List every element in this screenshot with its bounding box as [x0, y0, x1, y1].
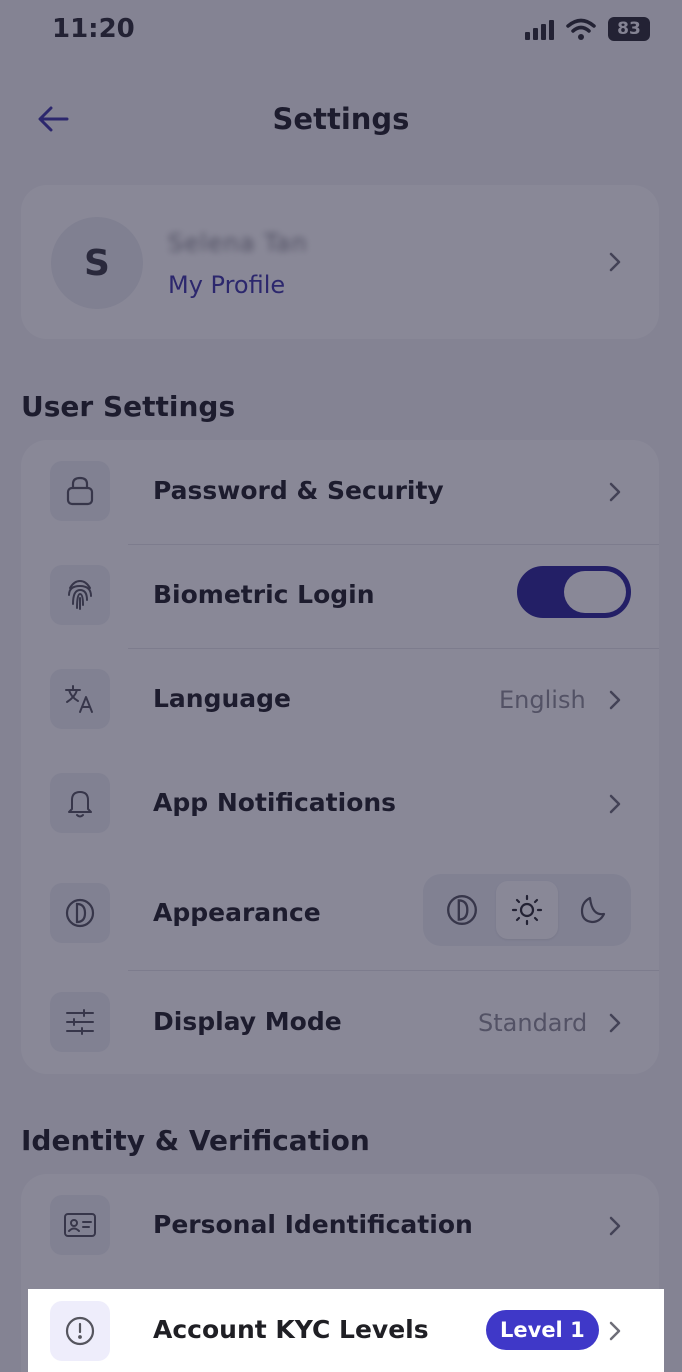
biometric-login-row: Biometric Login	[21, 544, 659, 648]
row-label: App Notifications	[153, 788, 397, 817]
avatar: S	[51, 217, 143, 309]
status-bar: 11:20 83	[0, 0, 682, 58]
bell-icon	[50, 773, 110, 833]
kyc-level-badge: Level 1	[486, 1310, 599, 1350]
row-label: Personal Identification	[153, 1210, 473, 1239]
user-settings-title: User Settings	[21, 390, 236, 423]
biometric-toggle[interactable]	[517, 566, 631, 618]
status-icons: 83	[525, 17, 650, 41]
profile-card[interactable]: S Selena Tan My Profile	[21, 185, 659, 339]
row-label: Language	[153, 684, 292, 713]
contrast-icon	[50, 883, 110, 943]
appearance-dark-option[interactable]	[561, 881, 623, 939]
sun-icon	[511, 894, 543, 926]
account-kyc-levels-row[interactable]: Account KYC Levels Level 1	[28, 1289, 664, 1372]
id-card-icon	[50, 1195, 110, 1255]
chevron-right-icon	[603, 1214, 627, 1238]
row-label: Display Mode	[153, 1007, 342, 1036]
page-title: Settings	[272, 102, 410, 136]
alert-circle-icon	[50, 1301, 110, 1361]
app-notifications-row[interactable]: App Notifications	[21, 752, 659, 856]
contrast-icon	[446, 895, 477, 925]
toggle-knob	[564, 571, 626, 613]
translate-icon	[50, 669, 110, 729]
profile-name: Selena Tan	[168, 229, 308, 257]
appearance-light-option[interactable]	[495, 881, 558, 939]
display-mode-value: Standard	[478, 1009, 588, 1037]
lock-icon	[50, 461, 110, 521]
row-label: Password & Security	[153, 476, 444, 505]
user-settings-card: Password & Security Biometric Login Lang…	[21, 440, 659, 1074]
signal-icon	[525, 18, 554, 40]
battery-icon: 83	[608, 17, 650, 41]
chevron-right-icon	[603, 480, 627, 504]
chevron-right-icon	[603, 1319, 627, 1343]
chevron-right-icon	[603, 688, 627, 712]
chevron-right-icon	[603, 1011, 627, 1035]
identity-section-title: Identity & Verification	[21, 1124, 370, 1157]
back-button[interactable]	[30, 96, 76, 142]
password-security-row[interactable]: Password & Security	[21, 440, 659, 544]
chevron-right-icon	[603, 250, 627, 274]
language-row[interactable]: Language English	[21, 648, 659, 752]
wifi-icon	[566, 18, 596, 40]
row-label: Biometric Login	[153, 580, 375, 609]
chevron-right-icon	[603, 792, 627, 816]
personal-identification-row[interactable]: Personal Identification	[21, 1174, 659, 1278]
status-time: 11:20	[52, 14, 135, 44]
arrow-left-icon	[38, 106, 69, 132]
appearance-system-option[interactable]	[431, 881, 493, 939]
row-label: Account KYC Levels	[153, 1315, 429, 1344]
language-value: English	[499, 686, 586, 714]
fingerprint-icon	[50, 565, 110, 625]
row-label: Appearance	[153, 898, 321, 927]
sliders-icon	[50, 992, 110, 1052]
display-mode-row[interactable]: Display Mode Standard	[21, 970, 659, 1074]
appearance-row: Appearance	[21, 856, 659, 970]
app-header: Settings	[0, 88, 682, 150]
appearance-selector	[423, 874, 631, 946]
my-profile-link[interactable]: My Profile	[168, 271, 285, 299]
moon-icon	[581, 896, 606, 924]
